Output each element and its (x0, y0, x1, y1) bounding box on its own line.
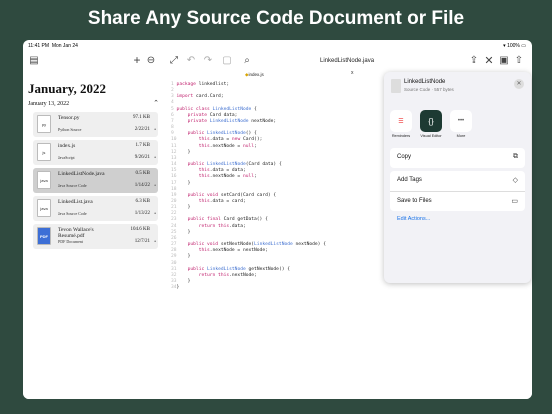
file-date: 1/14/22 (134, 183, 150, 188)
code-body[interactable]: 1 package linkedlist; 2 3 import card.Ca… (171, 82, 326, 291)
share-file-sub: Source Code · 557 bytes (404, 87, 454, 92)
chevron-up-icon[interactable]: ⌃ (153, 99, 159, 107)
add-icon[interactable]: + (131, 53, 143, 67)
app-visual-editor[interactable]: {} Visual Editor (420, 110, 442, 138)
add-tags-action[interactable]: Add Tags ◇ (390, 171, 525, 191)
file-row-selected[interactable]: java LinkedListNode.java Java Source Cod… (33, 168, 158, 193)
python-file-icon: py (37, 115, 51, 133)
day-label: January 13, 2022 (28, 101, 70, 107)
file-date: 12/7/21 (134, 239, 150, 244)
tab-close-icon[interactable]: x (351, 70, 354, 76)
more-icon[interactable]: • (154, 183, 156, 189)
file-type: PDF Document (58, 239, 83, 244)
more-icon[interactable]: • (154, 155, 156, 161)
file-size: 1.7 KB (135, 143, 150, 148)
share-sheet: LinkedListNode Source Code · 557 bytes ✕… (384, 72, 531, 283)
file-size: 104.6 KB (130, 227, 150, 232)
file-name: Tensor.py (58, 115, 80, 121)
redo-icon[interactable]: ↷ (202, 54, 214, 66)
file-type: Java Source Code (58, 183, 87, 188)
file-row[interactable]: py Tensor.py Python Source 97.1 KB 2/22/… (33, 112, 158, 137)
file-type: JavaScript (58, 155, 75, 160)
java-file-icon: java (37, 171, 51, 189)
file-row[interactable]: js index.js JavaScript 1.7 KB 9/26/21 • (33, 140, 158, 165)
more-circle-icon[interactable]: ⊖ (145, 54, 157, 66)
app-label: Visual Editor (420, 134, 442, 138)
app-label: More (456, 134, 466, 138)
document-icon[interactable]: ▢ (221, 54, 233, 66)
expand-icon[interactable]: ⤢ (168, 54, 180, 66)
file-size: 97.1 KB (133, 115, 150, 120)
status-time: 11:41 PM Mon Jan 24 (28, 43, 78, 49)
status-bar: 11:41 PM Mon Jan 24 ▾ 100% ▭ (23, 40, 532, 50)
undo-icon[interactable]: ↶ (185, 54, 197, 66)
file-size: 0.5 KB (135, 171, 150, 176)
braces-icon: {} (420, 110, 442, 132)
share-file-name: LinkedListNode (404, 79, 446, 85)
more-icon: ••• (450, 110, 472, 132)
file-date: 9/26/21 (134, 155, 150, 160)
copy-icon: ⧉ (513, 153, 518, 160)
save-to-files-action[interactable]: Save to Files ▭ (390, 191, 525, 211)
file-date: 1/13/22 (134, 211, 150, 216)
file-date: 2/22/21 (134, 127, 150, 132)
status-right: ▾ 100% ▭ (503, 43, 526, 49)
close-icon[interactable]: ✕ (514, 79, 524, 89)
edit-actions-link[interactable]: Edit Actions... (397, 216, 430, 222)
more-icon[interactable]: • (154, 239, 156, 245)
close-icon[interactable]: ✕ (483, 54, 495, 67)
reminders-icon: ☰ (390, 110, 412, 132)
share-icon[interactable]: ⇪ (468, 54, 480, 66)
file-type: Java Source Code (58, 211, 87, 216)
java-file-icon: java (37, 199, 51, 217)
action-label: Add Tags (397, 177, 422, 183)
file-icon (391, 79, 401, 93)
sidebar-toggle-icon[interactable]: ▤ (28, 54, 40, 66)
file-name: index.js (58, 143, 76, 149)
app-more[interactable]: ••• More (450, 110, 472, 138)
file-row[interactable]: PDF Tevon Wallace's Resumé.pdf PDF Docum… (33, 224, 158, 249)
more-icon[interactable]: • (154, 211, 156, 217)
file-row[interactable]: java LinkedList.java Java Source Code 6.… (33, 196, 158, 221)
folder-icon: ▭ (511, 198, 518, 205)
file-name: Tevon Wallace's Resumé.pdf (58, 227, 94, 239)
more-icon[interactable]: • (154, 127, 156, 133)
pdf-file-icon: PDF (37, 227, 51, 245)
action-label: Copy (397, 154, 412, 160)
file-name: LinkedList.java (58, 199, 93, 205)
tab-index-js[interactable]: ◆index.js (245, 72, 264, 78)
file-type: Python Source (58, 127, 82, 132)
search-icon[interactable]: ⌕ (241, 54, 253, 66)
app-reminders[interactable]: ☰ Reminders (390, 110, 412, 138)
javascript-file-icon: js (37, 143, 51, 161)
file-size: 6.3 KB (135, 199, 150, 204)
month-heading: January, 2022 (28, 81, 107, 96)
headline: Share Any Source Code Document or File (87, 8, 465, 29)
day-header[interactable]: January 13, 2022 ⌃ (28, 99, 159, 107)
export-icon[interactable]: ⇧ (513, 54, 525, 66)
file-name: LinkedListNode.java (58, 171, 105, 177)
app-label: Reminders (391, 134, 411, 138)
save-icon[interactable]: ▣ (498, 54, 510, 66)
copy-action[interactable]: Copy ⧉ (390, 148, 525, 168)
tag-icon: ◇ (512, 177, 518, 184)
sidebar: ▤ + ⊖ January, 2022 January 13, 2022 ⌃ p… (23, 50, 165, 399)
share-apps-row: ☰ Reminders {} Visual Editor ••• More (390, 110, 525, 140)
action-label: Save to Files (397, 198, 432, 204)
document-title: LinkedListNode.java (320, 58, 375, 64)
